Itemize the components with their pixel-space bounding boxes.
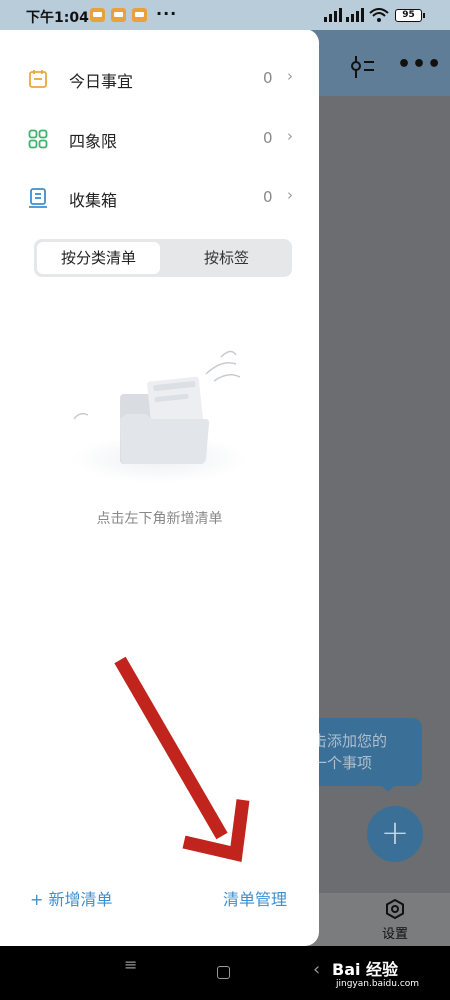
drawer-item-label: 收集箱: [69, 191, 118, 210]
add-list-button[interactable]: + 新增清单: [30, 886, 113, 910]
settings-label: 设置: [381, 927, 408, 942]
drawer-item-count: 0: [263, 129, 273, 147]
tab-by-category[interactable]: 按分类清单: [37, 242, 160, 274]
signal-icon: [346, 8, 364, 22]
tab-settings[interactable]: 设置: [378, 898, 412, 942]
drawer-item-label: 今日事宜: [69, 72, 134, 91]
notification-icon: [132, 8, 147, 22]
chevron-right-icon: ›: [287, 127, 293, 145]
chevron-right-icon: ›: [287, 186, 293, 204]
inbox-icon: [29, 188, 47, 208]
list-view-segmented-control: 按分类清单 按标签: [34, 239, 292, 277]
more-icon[interactable]: •••: [397, 52, 442, 77]
manage-lists-button[interactable]: 清单管理: [223, 886, 287, 910]
system-nav-bar: ≡ ‹ Bai 经验 jingyan.baidu.com: [0, 946, 450, 1000]
watermark-url: jingyan.baidu.com: [336, 979, 420, 989]
calendar-icon: [29, 70, 47, 88]
status-time: 下午1:04: [26, 10, 89, 26]
drawer-item-count: 0: [263, 69, 273, 87]
battery-icon: 95: [395, 9, 425, 22]
tooltip-line-2: 一个事项: [312, 754, 373, 772]
wifi-icon: [369, 8, 389, 22]
chevron-right-icon: ›: [287, 67, 293, 85]
back-button[interactable]: ‹: [313, 959, 320, 980]
empty-state-text: 点击左下角新增清单: [96, 511, 223, 527]
tooltip-pointer: [380, 784, 396, 792]
drawer-item-today[interactable]: 今日事宜 0 ›: [0, 55, 319, 105]
status-bar: 下午1:04 ··· 95: [0, 0, 450, 30]
signal-icon: [324, 8, 342, 22]
add-task-fab[interactable]: +: [367, 806, 423, 862]
drawer-item-quadrant[interactable]: 四象限 0 ›: [0, 115, 319, 165]
tab-by-tag[interactable]: 按标签: [164, 242, 289, 274]
drawer-item-count: 0: [263, 188, 273, 206]
more-notifications-dots: ···: [156, 4, 178, 23]
drawer-item-inbox[interactable]: 收集箱 0 ›: [0, 174, 319, 224]
drawer-item-label: 四象限: [69, 132, 118, 151]
filter-icon[interactable]: [348, 54, 376, 80]
recent-apps-button[interactable]: ≡: [124, 957, 137, 973]
notification-icon: [111, 8, 126, 22]
notification-icon: [90, 8, 105, 22]
hexagon-settings-icon: [386, 898, 404, 920]
home-button[interactable]: [217, 966, 230, 979]
background-tab-bar: [300, 893, 450, 946]
empty-folder-illustration: [71, 350, 247, 483]
watermark-logo: Bai 经验: [332, 960, 399, 979]
tooltip-line-1: 击添加您的: [312, 732, 388, 750]
annotation-arrow-icon: [114, 656, 250, 862]
quadrant-grid-icon: [28, 129, 48, 149]
